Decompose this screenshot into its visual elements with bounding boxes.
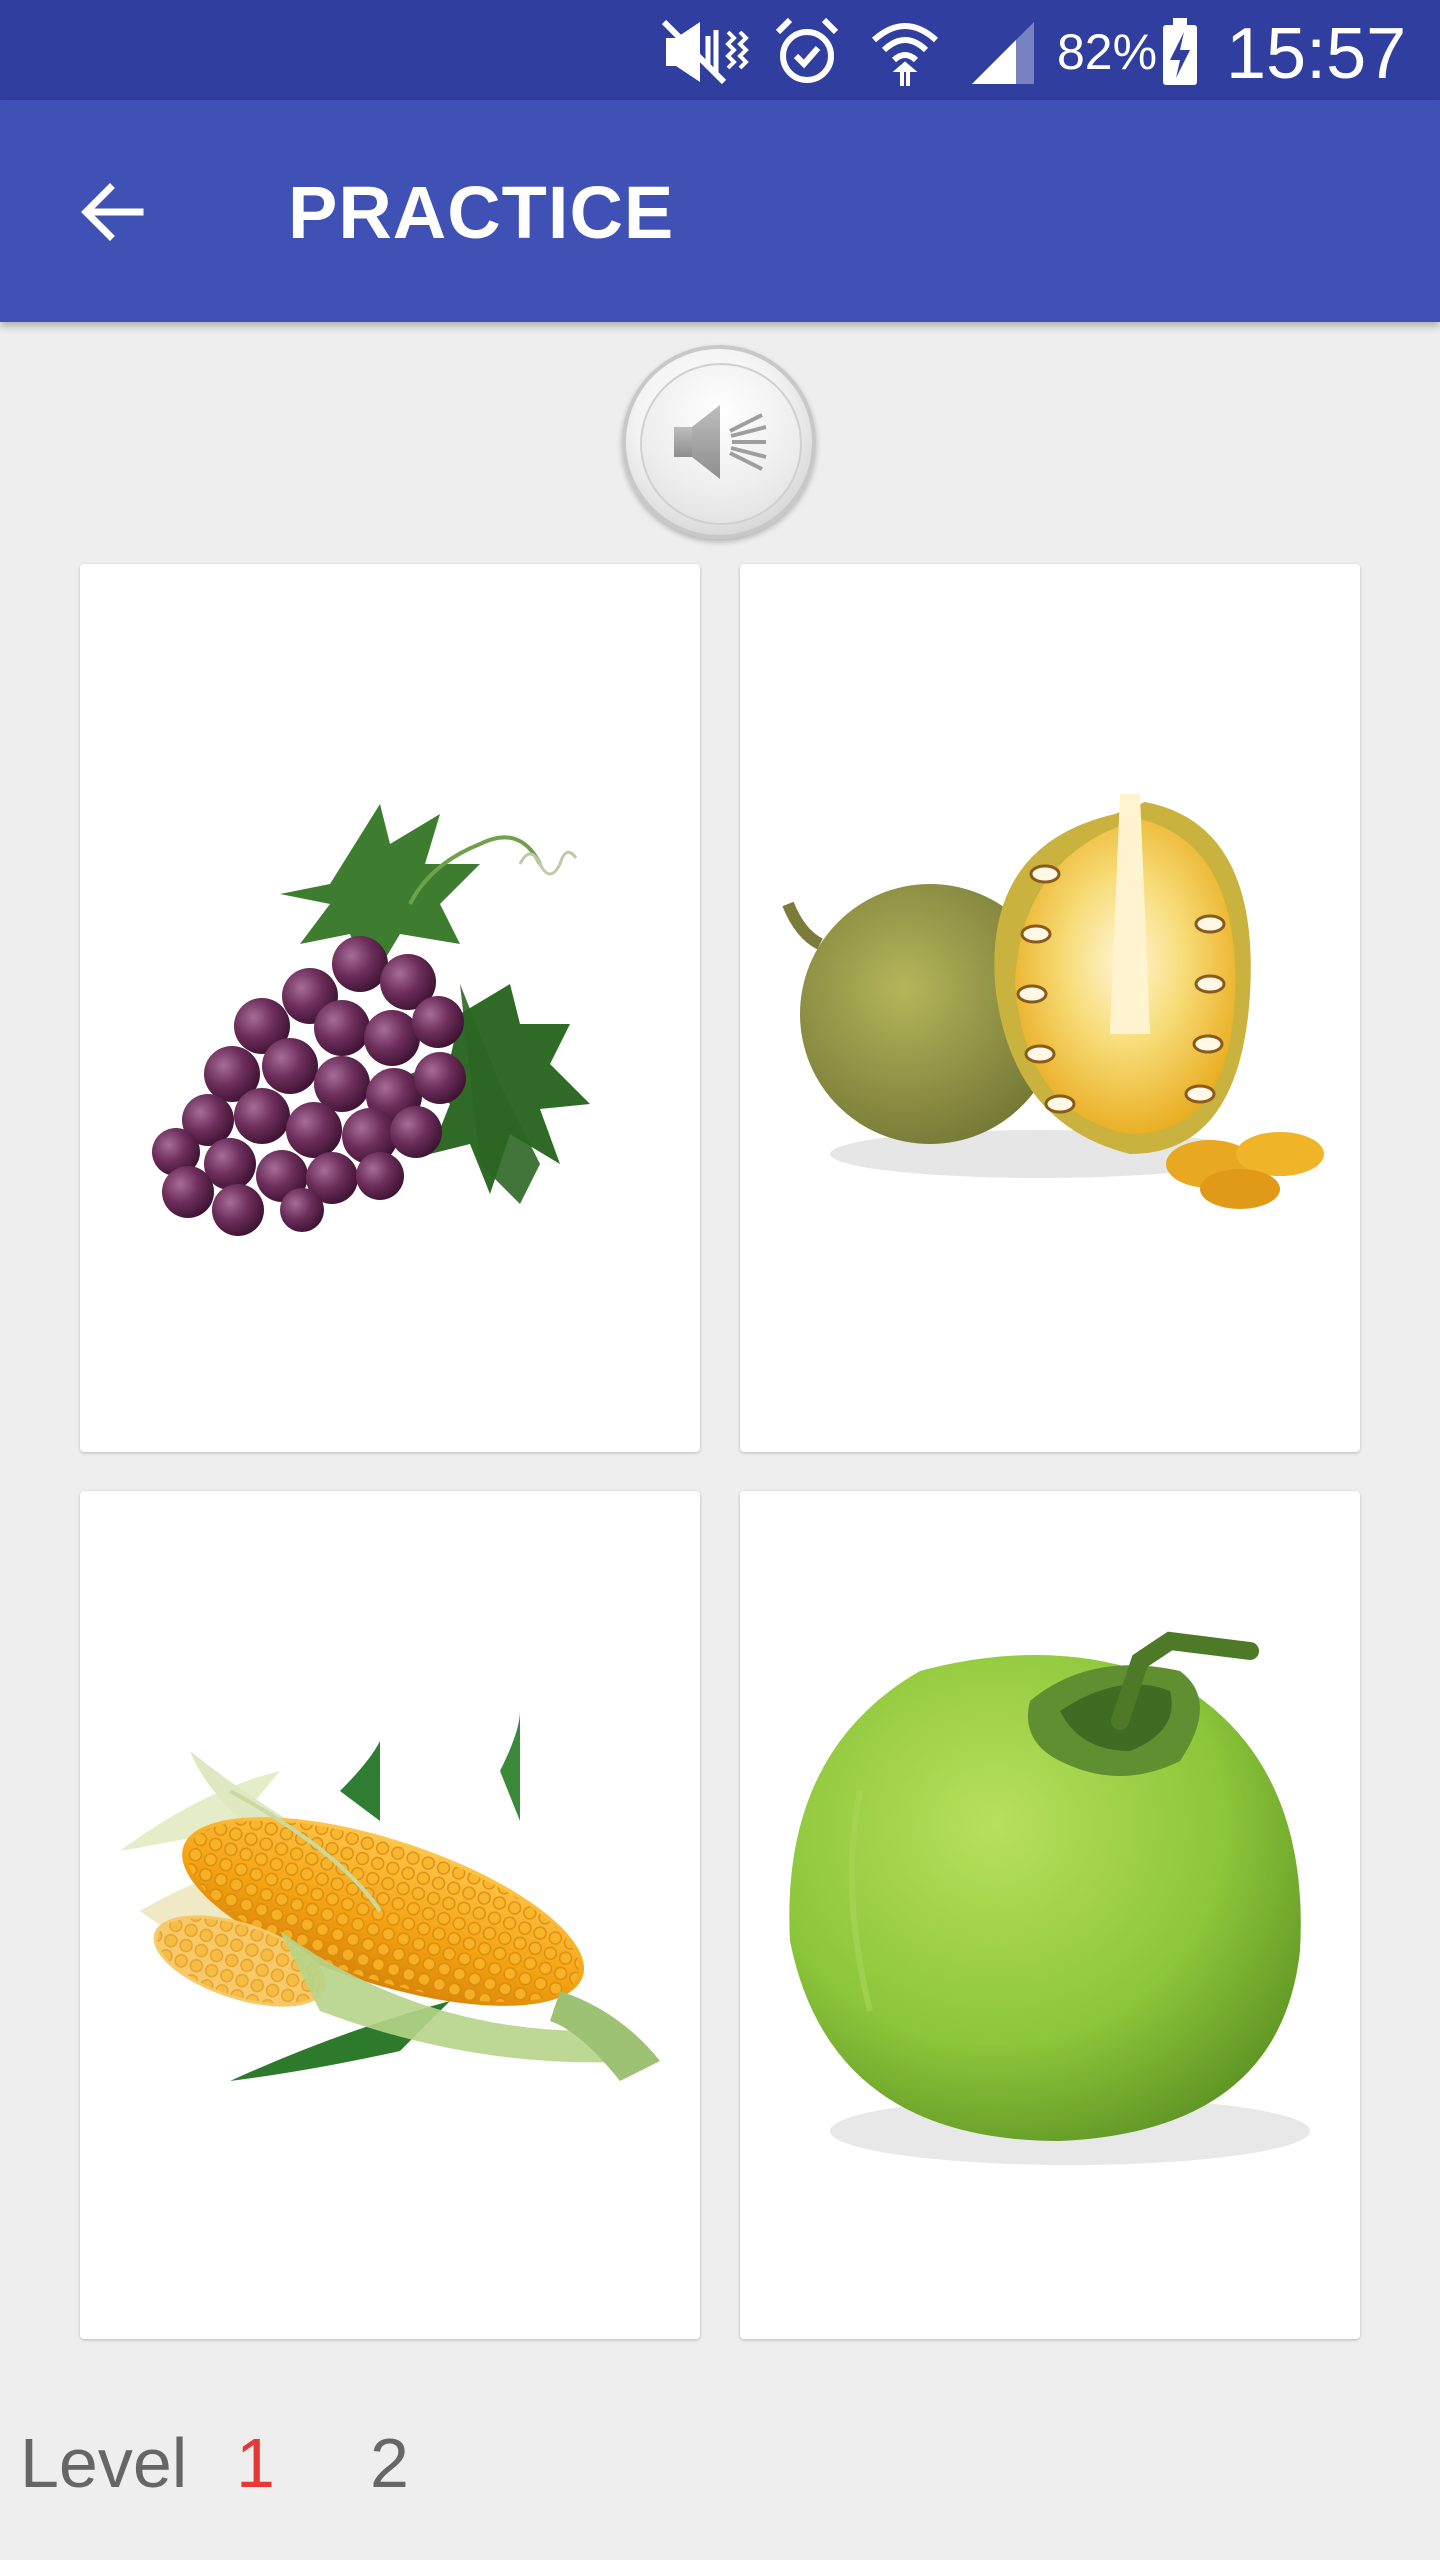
mute-vibrate-icon xyxy=(660,16,756,88)
battery-charging-icon xyxy=(1160,16,1200,88)
answer-card-jackfruit[interactable] xyxy=(740,564,1360,1452)
wifi-icon xyxy=(870,16,940,88)
answer-card-grapes[interactable] xyxy=(80,564,700,1452)
level-label: Level xyxy=(20,2424,188,2502)
arrow-left-icon xyxy=(80,180,144,249)
page-title: PRACTICE xyxy=(288,171,675,254)
clock: 15:57 xyxy=(1226,14,1407,94)
speaker-button-face xyxy=(640,363,802,525)
answer-card-coconut[interactable] xyxy=(740,1491,1360,2339)
back-button[interactable] xyxy=(70,172,154,256)
battery-percent: 82% xyxy=(1057,24,1158,80)
grapes-image xyxy=(152,804,590,1236)
speaker-icon xyxy=(666,397,776,492)
jackfruit-image xyxy=(782,794,1324,1209)
alarm-icon xyxy=(774,16,840,88)
signal-icon xyxy=(968,16,1038,88)
level-1-button[interactable]: 1 xyxy=(236,2418,275,2508)
app-bar: PRACTICE xyxy=(0,100,1440,322)
status-bar: 82% 15:57 xyxy=(0,0,1440,100)
level-2-button[interactable]: 2 xyxy=(370,2418,409,2508)
corn-image xyxy=(120,1711,660,2081)
coconut-image xyxy=(789,1631,1310,2165)
answer-card-corn[interactable] xyxy=(80,1491,700,2339)
speaker-button[interactable] xyxy=(622,345,816,539)
